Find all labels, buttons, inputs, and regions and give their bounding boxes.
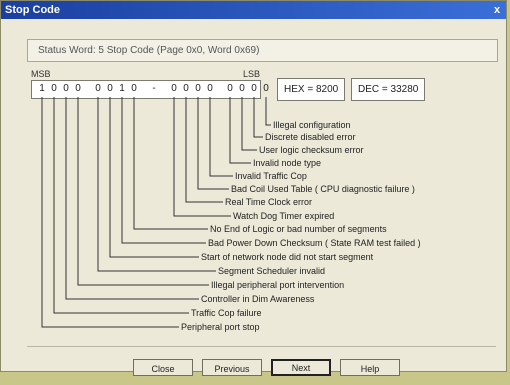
- next-button[interactable]: Next: [271, 359, 331, 376]
- bit-description: User logic checksum error: [259, 145, 364, 155]
- bit-description: Bad Power Down Checksum ( State RAM test…: [208, 238, 421, 248]
- bit-description: Illegal peripheral port intervention: [211, 280, 345, 290]
- help-button[interactable]: Help: [340, 359, 400, 376]
- bit-description: Segment Scheduler invalid: [218, 266, 326, 276]
- bit-description: Real Time Clock error: [225, 197, 313, 207]
- bit-description: Invalid Traffic Cop: [235, 171, 307, 181]
- bit-description: No End of Logic or bad number of segment…: [210, 224, 387, 234]
- bit-description: Watch Dog Timer expired: [233, 211, 335, 221]
- stop-code-dialog: Stop Code x Status Word: 5 Stop Code (Pa…: [0, 0, 507, 376]
- bit-description: Start of network node did not start segm…: [201, 252, 374, 262]
- bit-description: Peripheral port stop: [181, 322, 260, 332]
- bit-description: Controller in Dim Awareness: [201, 294, 315, 304]
- close-button[interactable]: Close: [133, 359, 193, 376]
- previous-button[interactable]: Previous: [202, 359, 262, 376]
- button-separator: [27, 346, 496, 347]
- bit-description: Bad Coil Used Table ( CPU diagnostic fai…: [231, 184, 415, 194]
- bit-description: Discrete disabled error: [265, 132, 356, 142]
- bit-description: Traffic Cop failure: [191, 308, 262, 318]
- bit-description: Illegal configuration: [273, 120, 351, 130]
- bit-description: Invalid node type: [253, 158, 322, 168]
